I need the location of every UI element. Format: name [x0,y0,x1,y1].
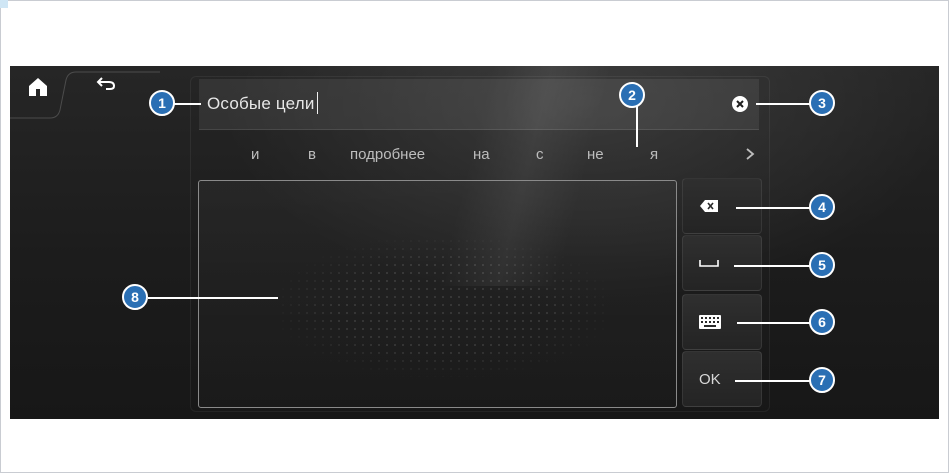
handwriting-dot-grid [279,237,609,377]
ok-label: OK [699,370,721,388]
callout-4-badge: 4 [809,194,835,220]
callout-2-badge: 2 [619,82,645,108]
home-icon [29,78,47,96]
space-button[interactable] [682,235,762,291]
ok-button[interactable]: OK [682,351,762,407]
home-button[interactable] [10,66,66,108]
callout-4-leader [736,207,812,209]
callout-8-leader [148,297,278,299]
suggestion-word[interactable]: подробнее [350,146,425,163]
callout-1-badge: 1 [149,90,175,116]
head-unit-screen: Особые цели и в подробнее на с не я OK [10,66,939,419]
suggestion-word[interactable]: я [650,146,658,163]
suggestion-word[interactable]: с [536,146,544,163]
chevron-right-icon[interactable] [743,146,757,162]
callout-3-badge: 3 [809,90,835,116]
handwriting-pad[interactable] [198,180,677,408]
text-input-value: Особые цели [207,92,318,114]
suggestion-word[interactable]: на [473,146,490,163]
text-input-field[interactable]: Особые цели [199,79,759,130]
clear-text-button[interactable] [725,89,755,119]
back-button[interactable] [66,66,146,108]
callout-6-leader [737,322,812,324]
suggestion-word[interactable]: в [308,146,316,163]
callout-2-leader [636,105,638,147]
suggestion-word[interactable]: и [251,146,259,163]
corner-marker [0,0,8,8]
callout-1-leader [174,103,201,105]
backspace-icon [700,200,718,212]
back-arrow-icon [96,77,116,90]
callout-3-leader [756,103,812,105]
space-icon [699,260,719,267]
callout-5-leader [734,265,812,267]
backspace-button[interactable] [682,178,762,234]
text-caret [316,92,318,114]
suggestion-word[interactable]: не [587,146,604,163]
clear-x-icon [732,96,748,112]
callout-7-badge: 7 [809,367,835,393]
callout-8-badge: 8 [122,284,148,310]
callout-7-leader [735,380,812,382]
callout-6-badge: 6 [809,309,835,335]
callout-5-badge: 5 [809,252,835,278]
keyboard-icon [699,315,721,329]
